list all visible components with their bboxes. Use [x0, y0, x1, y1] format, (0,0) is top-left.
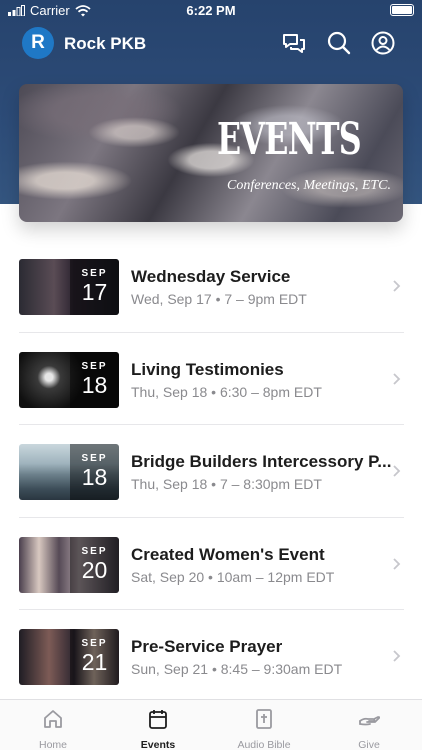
event-title: Pre-Service Prayer: [131, 637, 283, 656]
event-thumbnail: SEP 18: [19, 444, 119, 500]
tab-label: Audio Bible: [237, 739, 291, 750]
tab-home[interactable]: Home: [0, 708, 106, 750]
bible-icon: [256, 709, 272, 729]
event-datetime: Wed, Sep 17 • 7 – 9pm EDT: [131, 291, 307, 307]
home-icon: [44, 710, 62, 728]
event-thumbnail: SEP 20: [19, 536, 119, 593]
status-time: 6:22 PM: [186, 3, 236, 18]
events-list: SEP 17 Wednesday Service Wed, Sep 17 • 7…: [19, 240, 404, 703]
search-icon[interactable]: [326, 30, 352, 56]
event-day: 20: [81, 556, 108, 583]
tab-bar: Home Events Audio Bible Give: [0, 699, 422, 750]
screen: Carrier 6:22 PM R Rock PKB EVENTS Confer…: [0, 0, 422, 750]
chevron-right-icon: [392, 649, 402, 663]
event-datetime: Sun, Sep 21 • 8:45 – 9:30am EDT: [131, 661, 343, 677]
tab-give[interactable]: Give: [316, 708, 422, 750]
banner-subtitle: Conferences, Meetings, ETC.: [227, 178, 391, 193]
event-month: SEP: [81, 453, 108, 464]
event-row[interactable]: SEP 18 Bridge Builders Intercessory P...…: [19, 425, 404, 518]
give-hand-icon: [359, 716, 380, 726]
event-datetime: Thu, Sep 18 • 6:30 – 8pm EDT: [131, 383, 322, 400]
date-badge: SEP 18: [70, 351, 119, 408]
event-month: SEP: [81, 360, 108, 372]
date-badge: SEP 18: [70, 444, 119, 500]
event-row[interactable]: SEP 21 Pre-Service Prayer Sun, Sep 21 • …: [19, 610, 404, 703]
chevron-right-icon: [392, 557, 402, 571]
account-icon[interactable]: [370, 30, 396, 56]
event-thumbnail: SEP 17: [19, 259, 119, 315]
event-thumbnail: SEP 21: [19, 629, 119, 685]
app-header: R Rock PKB: [0, 24, 422, 64]
event-row[interactable]: SEP 20 Created Women's Event Sat, Sep 20…: [19, 518, 404, 610]
event-day: 18: [81, 464, 108, 490]
chevron-right-icon: [392, 279, 402, 293]
status-bar: Carrier 6:22 PM: [0, 0, 422, 22]
tab-events[interactable]: Events: [105, 708, 211, 750]
chevron-right-icon: [392, 464, 402, 478]
event-day: 17: [81, 279, 108, 305]
date-badge: SEP 21: [70, 629, 119, 685]
event-title: Created Women's Event: [131, 544, 325, 564]
event-datetime: Sat, Sep 20 • 10am – 12pm EDT: [131, 568, 335, 585]
event-day: 18: [81, 371, 108, 398]
tab-audio-bible[interactable]: Audio Bible: [211, 708, 317, 750]
calendar-icon: [149, 710, 167, 729]
app-logo[interactable]: R: [22, 27, 54, 59]
tab-label: Events: [140, 739, 176, 750]
chevron-right-icon: [392, 372, 402, 386]
date-badge: SEP 17: [70, 259, 119, 315]
event-thumbnail: SEP 18: [19, 351, 119, 408]
app-title: Rock PKB: [64, 34, 147, 53]
chat-icon[interactable]: [281, 30, 307, 56]
event-month: SEP: [81, 638, 108, 649]
event-title: Bridge Builders Intercessory P...: [131, 452, 392, 471]
event-title: Living Testimonies: [131, 359, 284, 379]
tab-label: Home: [38, 739, 67, 750]
tab-label: Give: [358, 739, 380, 750]
event-day: 21: [81, 649, 108, 675]
event-datetime: Thu, Sep 18 • 7 – 8:30pm EDT: [131, 476, 322, 492]
event-title: Wednesday Service: [131, 267, 291, 286]
event-row[interactable]: SEP 18 Living Testimonies Thu, Sep 18 • …: [19, 333, 404, 425]
events-banner: EVENTS Conferences, Meetings, ETC.: [19, 84, 403, 222]
event-row[interactable]: SEP 17 Wednesday Service Wed, Sep 17 • 7…: [19, 240, 404, 333]
date-badge: SEP 20: [70, 536, 119, 593]
banner-title: EVENTS: [217, 114, 362, 165]
event-month: SEP: [81, 545, 108, 557]
battery-icon: [390, 4, 414, 16]
event-month: SEP: [81, 268, 108, 279]
